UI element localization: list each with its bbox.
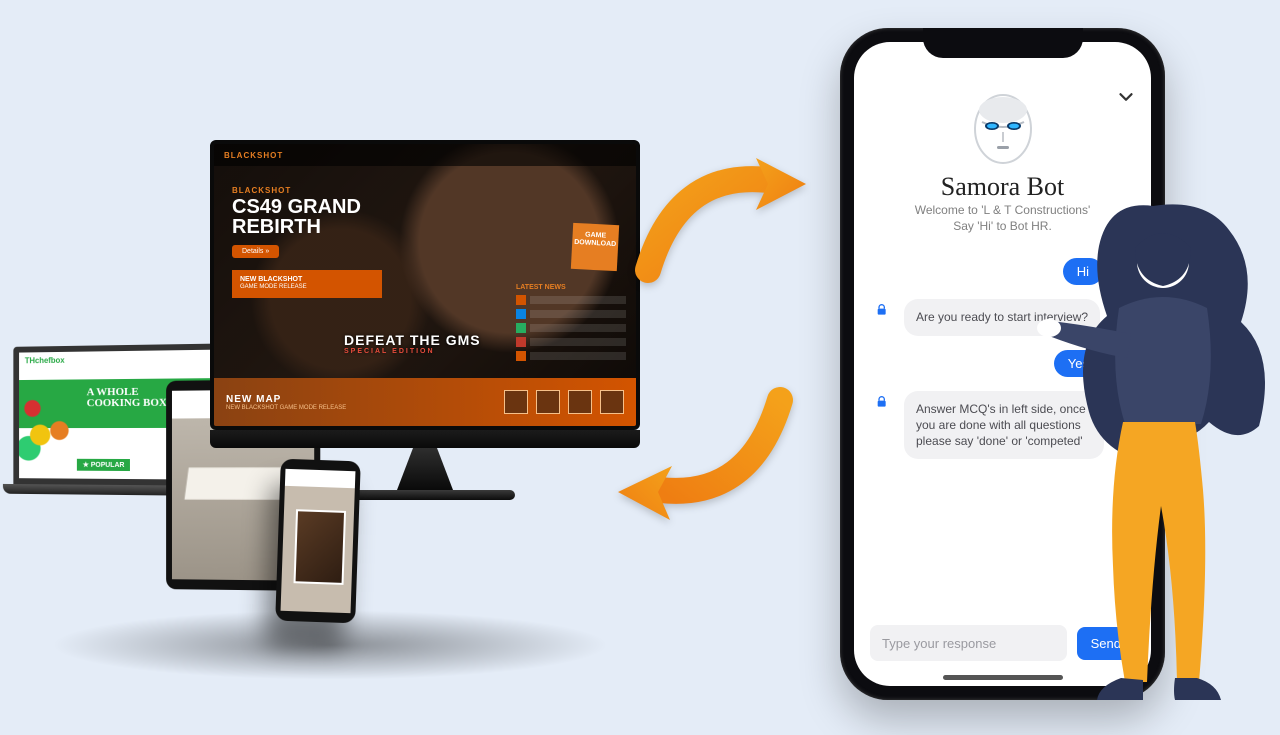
monitor-foot xyxy=(335,490,515,500)
hero-title-l1: CS49 GRAND xyxy=(232,196,361,218)
phone-small-screen xyxy=(281,469,356,613)
monitor-screen: BLACKSHOT BLACKSHOT CS49 GRAND REBIRTH D… xyxy=(210,140,640,430)
popular-tag: ★ POPULAR xyxy=(77,459,131,471)
laptop-brand: THchefbox xyxy=(25,356,65,365)
map-thumb[interactable] xyxy=(504,390,528,414)
laptop-headline: A WHOLE COOKING BOX xyxy=(87,387,167,410)
monitor-device: BLACKSHOT BLACKSHOT CS49 GRAND REBIRTH D… xyxy=(210,140,640,500)
woman-illustration xyxy=(1035,170,1280,730)
defeat-text: DEFEAT THE GMS xyxy=(344,332,481,348)
news-item[interactable] xyxy=(516,309,626,319)
news-item[interactable] xyxy=(516,323,626,333)
vegetables-image xyxy=(13,381,86,470)
release-band: NEW BLACKSHOT GAME MODE RELEASE xyxy=(232,270,382,298)
map-thumb[interactable] xyxy=(568,390,592,414)
news-item[interactable] xyxy=(516,337,626,347)
monitor-hero: BLACKSHOT CS49 GRAND REBIRTH Details » xyxy=(232,186,361,258)
newmap-bar: NEW MAP NEW BLACKSHOT GAME MODE RELEASE xyxy=(214,378,636,426)
monitor-topbar: BLACKSHOT xyxy=(214,144,636,166)
monitor-site: BLACKSHOT BLACKSHOT CS49 GRAND REBIRTH D… xyxy=(214,144,636,426)
laptop-headline-l2: COOKING BOX xyxy=(87,397,167,409)
phone-notch xyxy=(923,28,1083,58)
band-sub: GAME MODE RELEASE xyxy=(240,284,307,290)
hero-title: CS49 GRAND REBIRTH xyxy=(232,197,361,237)
newmap-title: NEW MAP xyxy=(226,394,346,405)
news-item[interactable] xyxy=(516,351,626,361)
hero-franchise: BLACKSHOT xyxy=(232,186,361,195)
bot-small-avatar-icon xyxy=(872,391,894,413)
sync-arrow-top-icon xyxy=(628,150,818,295)
download-badge[interactable]: GAME DOWNLOAD xyxy=(571,223,619,271)
message-placeholder: Type your response xyxy=(882,636,996,651)
bot-avatar-icon xyxy=(970,92,1036,166)
latest-news: LATEST NEWS xyxy=(516,284,626,361)
newmap-sub: NEW BLACKSHOT GAME MODE RELEASE xyxy=(226,405,346,411)
news-item[interactable] xyxy=(516,295,626,305)
bot-small-avatar-icon xyxy=(872,299,894,321)
defeat-sub: SPECIAL EDITION xyxy=(344,348,481,355)
hero-cta[interactable]: Details » xyxy=(232,245,279,258)
sync-arrow-bottom-icon xyxy=(600,380,800,535)
hero-title-l2: REBIRTH xyxy=(232,216,321,238)
device-cluster: THchefbox A WHOLE COOKING BOX ★ POPULAR … xyxy=(10,140,690,670)
download-l2: DOWNLOAD xyxy=(574,239,616,248)
latest-news-header: LATEST NEWS xyxy=(516,284,626,291)
monitor-stand xyxy=(385,448,465,490)
chevron-down-icon[interactable] xyxy=(1115,86,1137,113)
download-l1: GAME xyxy=(585,231,606,239)
monitor-chin xyxy=(210,430,640,448)
monitor-logo: BLACKSHOT xyxy=(224,151,283,160)
map-thumb[interactable] xyxy=(536,390,560,414)
phone-small-device xyxy=(275,459,361,624)
defeat-banner: DEFEAT THE GMS SPECIAL EDITION xyxy=(344,332,481,355)
band-title: NEW BLACKSHOT xyxy=(240,276,302,283)
